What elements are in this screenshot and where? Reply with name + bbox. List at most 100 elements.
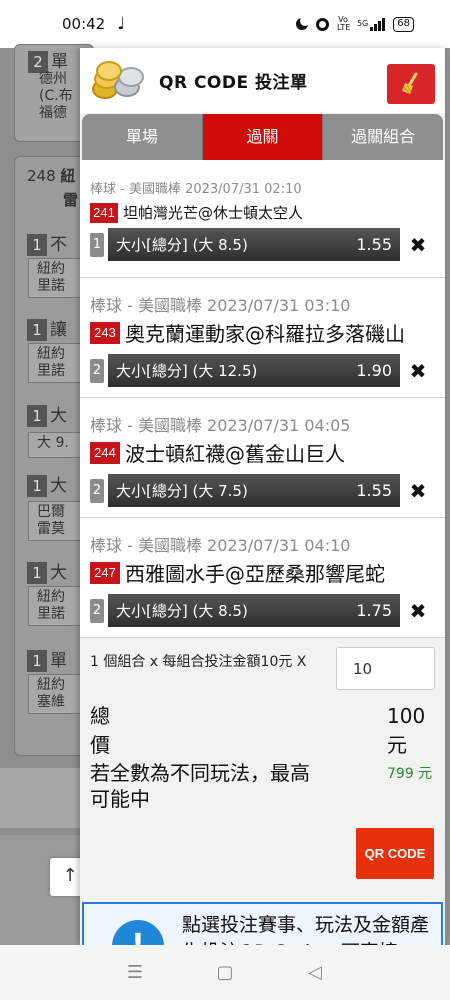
bg-market-row: 1讓 [27, 315, 67, 341]
bg-text: 不 [50, 235, 67, 255]
pick-text: 大小[總分] (大 8.5) [116, 236, 248, 254]
bg-text: 紐約 [37, 677, 65, 693]
background-footer [0, 768, 80, 828]
bg-sub: 巴爾 雷莫 [28, 501, 88, 541]
bg-market-row: 1大 [27, 558, 67, 584]
remove-bet-icon[interactable]: ✖ [407, 480, 429, 502]
remove-bet-icon[interactable]: ✖ [407, 234, 429, 256]
bg-event-title: 雷 [63, 191, 79, 209]
status-time: 00:42 [62, 15, 106, 33]
panel-title: QR CODE 投注單 [159, 73, 308, 93]
bg-market-row: 1大 [27, 401, 67, 427]
recent-apps-icon[interactable]: ☰ [125, 962, 145, 983]
home-icon[interactable]: ▢ [215, 962, 235, 983]
bg-badge: 2 [28, 51, 48, 73]
clear-slip-button[interactable] [387, 64, 435, 104]
bet-match: 247 西雅圖水手@亞歷桑那響尾蛇 [90, 558, 385, 587]
info-notice: ! 點選投注賽事、玩法及金額產生投注QR Code，可直接 [82, 902, 443, 945]
battery-level: 68 [397, 17, 410, 29]
stake-amount-input[interactable] [336, 647, 435, 690]
combo-description: 1 個組合 x 每組合投注金額10元 X [90, 654, 307, 670]
tab-single[interactable]: 單場 [82, 114, 203, 160]
match-name: 坦帕灣光芒@休士頓太空人 [123, 204, 304, 222]
bg-sub: 大 9. [28, 432, 88, 458]
network-label: 5G [356, 19, 369, 28]
volte-icon: Vo LTE [336, 15, 351, 32]
bg-sub: 紐約 里諾 [28, 586, 88, 626]
pick-bar: 大小[總分] (大 8.5) 1.75 [108, 594, 400, 627]
pick-odds: 1.90 [356, 361, 392, 380]
tab-parlay[interactable]: 過關 [202, 114, 324, 160]
bet-meta: 棒球 - 美國職棒 2023/07/31 04:10 [90, 536, 351, 555]
status-icons: Vo LTE 5G 68 [295, 15, 414, 32]
panel-header: QR CODE 投注單 [80, 48, 445, 113]
game-number-badge: 243 [90, 321, 120, 344]
bet-meta: 棒球 - 美國職棒 2023/07/31 04:05 [90, 416, 351, 435]
bg-market-row: 1不 [27, 230, 67, 256]
pick-bar: 大小[總分] (大 12.5) 1.90 [108, 354, 400, 387]
bet-match: 244 波士頓紅襪@舊金山巨人 [90, 438, 345, 467]
bet-pick: 2 大小[總分] (大 12.5) 1.90 [90, 354, 400, 387]
bg-text: 讓 [50, 320, 67, 340]
bet-item: 棒球 - 美國職棒 2023/07/31 03:10 243 奧克蘭運動家@科羅… [80, 278, 445, 398]
bg-text: 里諾 [37, 278, 65, 294]
bg-text: 紐約 [37, 346, 65, 362]
bet-item: 棒球 - 美國職棒 2023/07/31 04:05 244 波士頓紅襪@舊金山… [80, 398, 445, 518]
bg-text: 大 [50, 406, 67, 426]
pick-text: 大小[總分] (大 12.5) [116, 362, 258, 380]
pick-bar: 大小[總分] (大 8.5) 1.55 [108, 228, 400, 261]
alarm-icon [315, 17, 329, 31]
pick-index: 2 [90, 478, 104, 503]
battery-icon: 68 [393, 16, 414, 32]
max-win-label: 若全數為不同玩法，最高可能中 [90, 761, 310, 811]
back-icon[interactable]: ◁ [305, 962, 325, 983]
bg-sub: 紐約 里諾 [28, 343, 88, 383]
bg-text: 單 [51, 52, 68, 72]
bg-badge: 1 [27, 319, 47, 341]
pick-text: 大小[總分] (大 8.5) [116, 602, 248, 620]
status-bar: 00:42 ♩ Vo LTE 5G 68 [0, 0, 450, 48]
bet-pick: 2 大小[總分] (大 8.5) 1.75 [90, 594, 400, 627]
pick-odds: 1.55 [356, 481, 392, 500]
bet-pick: 2 大小[總分] (大 7.5) 1.55 [90, 474, 400, 507]
pick-index: 2 [90, 598, 104, 623]
game-number-badge: 247 [90, 561, 120, 584]
game-number-badge: 241 [90, 202, 118, 223]
signal-icon [370, 17, 386, 31]
coins-icon [90, 60, 148, 101]
bg-text: 雷莫 [37, 521, 65, 537]
qr-code-button[interactable]: QR CODE [356, 828, 434, 879]
bet-slip-panel: QR CODE 投注單 單場 過關 過關組合 棒球 - 美國職棒 2023/07… [80, 48, 445, 945]
dnd-moon-icon [295, 16, 310, 30]
bet-item: 棒球 - 美國職棒 2023/07/31 04:10 247 西雅圖水手@亞歷桑… [80, 518, 445, 638]
network-5g-icon: 5G [356, 17, 386, 31]
bg-text: 大 [50, 563, 67, 583]
bg-text: 德州 [39, 71, 67, 87]
game-number-badge: 244 [90, 441, 120, 464]
bg-text: 福德 [39, 105, 67, 121]
bg-event-no: 248 [27, 167, 56, 185]
screen: 00:42 ♩ Vo LTE 5G 68 2單 德州 (C.布 福德 248 紐… [0, 0, 450, 1000]
pick-bar: 大小[總分] (大 7.5) 1.55 [108, 474, 400, 507]
bg-market-row: 1大 [27, 471, 67, 497]
remove-bet-icon[interactable]: ✖ [407, 360, 429, 382]
notice-text: 點選投注賽事、玩法及金額產生投注QR Code，可直接 [182, 914, 430, 945]
pick-text: 大小[總分] (大 7.5) [116, 482, 248, 500]
tab-parlay-combo[interactable]: 過關組合 [323, 114, 443, 160]
bg-sub: 紐約 里諾 [28, 258, 88, 298]
match-name: 奧克蘭運動家@科羅拉多落磯山 [125, 322, 405, 346]
remove-bet-icon[interactable]: ✖ [407, 600, 429, 622]
total-value: 100元 [387, 704, 426, 757]
bg-text: 大 [50, 476, 67, 496]
bg-text: 巴爾 [37, 504, 65, 520]
pick-index: 1 [90, 232, 104, 257]
bet-meta: 棒球 - 美國職棒 2023/07/31 03:10 [90, 296, 351, 315]
bg-market-row: 1單 [27, 646, 67, 672]
max-win-value: 799 元 [387, 766, 433, 782]
bg-text: 塞維 [37, 694, 65, 710]
bg-text: 大 9. [37, 435, 69, 451]
match-name: 波士頓紅襪@舊金山巨人 [125, 442, 345, 466]
bg-badge: 1 [27, 475, 47, 497]
bg-text: 里諾 [37, 606, 65, 622]
pick-odds: 1.75 [356, 601, 392, 620]
